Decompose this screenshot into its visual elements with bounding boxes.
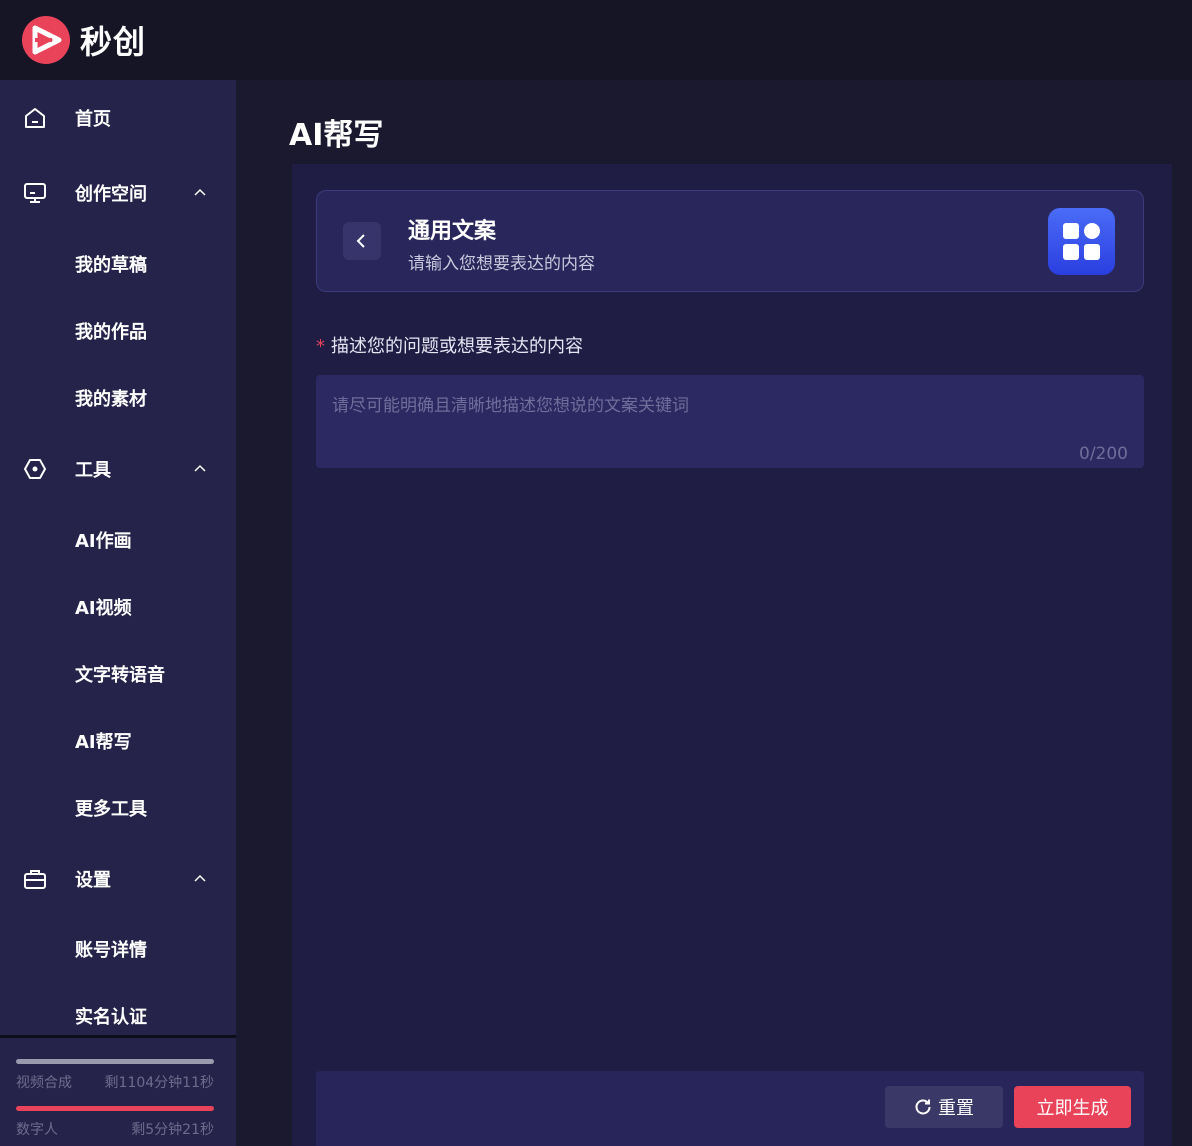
sidebar-item-label: AI帮写 <box>75 732 132 753</box>
textarea-placeholder: 请尽可能明确且清晰地描述您想说的文案关键词 <box>332 396 689 416</box>
sidebar-item-ai-video[interactable]: AI视频 <box>0 587 236 627</box>
home-icon <box>25 108 45 128</box>
monitor-icon <box>24 183 46 203</box>
page-title: AI帮写 <box>289 118 384 153</box>
usage-remaining: 剩5分钟21秒 <box>131 1122 214 1138</box>
sidebar-item-ai-drawing[interactable]: AI作画 <box>0 520 236 560</box>
sidebar-item-label: 账号详情 <box>75 940 147 961</box>
sidebar-item-my-drafts[interactable]: 我的草稿 <box>0 244 236 284</box>
digital-human-usage: 数字人 剩5分钟21秒 <box>16 1119 214 1139</box>
sidebar-divider <box>0 1035 236 1038</box>
generate-label: 立即生成 <box>1036 1098 1109 1119</box>
sidebar-item-home[interactable]: 首页 <box>0 98 236 138</box>
chevron-up-icon[interactable] <box>192 185 208 201</box>
generate-button[interactable]: 立即生成 <box>1014 1086 1131 1128</box>
logo-text: 秒创 <box>80 23 147 61</box>
sidebar-item-label: 创作空间 <box>75 184 147 205</box>
sidebar-item-tools[interactable]: 工具 <box>0 449 236 489</box>
sidebar-item-label: 设置 <box>75 870 111 891</box>
template-title: 通用文案 <box>408 219 497 244</box>
sidebar-item-label: AI视频 <box>75 598 132 619</box>
sidebar-item-label: 更多工具 <box>75 799 147 820</box>
required-mark: * <box>316 336 325 357</box>
digital-human-usage-bar <box>16 1106 214 1111</box>
sidebar-item-text-to-speech[interactable]: 文字转语音 <box>0 654 236 694</box>
briefcase-icon <box>24 870 46 889</box>
sidebar-item-label: AI作画 <box>75 531 132 552</box>
character-counter: 0/200 <box>1079 444 1128 464</box>
chevron-left-icon <box>356 234 365 248</box>
reset-label: 重置 <box>938 1098 974 1119</box>
action-footer: 重置 立即生成 <box>316 1071 1144 1146</box>
back-button[interactable] <box>343 222 381 260</box>
chevron-up-icon[interactable] <box>192 461 208 477</box>
sidebar-item-more-tools[interactable]: 更多工具 <box>0 788 236 828</box>
sidebar-item-label: 文字转语音 <box>75 665 165 686</box>
sidebar-item-account-details[interactable]: 账号详情 <box>0 929 236 969</box>
sidebar-item-ai-writing[interactable]: AI帮写 <box>0 721 236 761</box>
top-bar: 秒创 <box>0 0 1192 80</box>
sidebar-item-my-works[interactable]: 我的作品 <box>0 311 236 351</box>
sidebar-item-label: 我的作品 <box>75 322 147 343</box>
logo-icon <box>22 16 70 64</box>
refresh-icon <box>915 1099 931 1115</box>
sidebar-item-settings[interactable]: 设置 <box>0 859 236 899</box>
sidebar-item-creation-space[interactable]: 创作空间 <box>0 173 236 213</box>
sidebar-item-label: 我的草稿 <box>75 255 147 276</box>
sidebar-item-label: 工具 <box>75 460 111 481</box>
usage-label: 数字人 <box>16 1122 58 1138</box>
sidebar-item-label: 实名认证 <box>75 1007 147 1028</box>
sidebar-item-real-name-auth[interactable]: 实名认证 <box>0 996 236 1036</box>
template-header-card: 通用文案 请输入您想要表达的内容 <box>316 190 1144 292</box>
sidebar-item-my-materials[interactable]: 我的素材 <box>0 378 236 418</box>
video-synthesis-usage: 视频合成 剩1104分钟11秒 <box>16 1072 214 1092</box>
description-textarea[interactable]: 请尽可能明确且清晰地描述您想说的文案关键词 0/200 <box>316 375 1144 468</box>
description-field-label: * 描述您的问题或想要表达的内容 <box>316 332 583 358</box>
grid-apps-icon <box>1048 208 1115 275</box>
field-label-text: 描述您的问题或想要表达的内容 <box>331 336 583 357</box>
usage-label: 视频合成 <box>16 1075 72 1091</box>
sidebar: 首页 创作空间 我的草稿 我的作品 我的素材 工具 AI作画 AI视频 文字转语… <box>0 80 236 1146</box>
chevron-up-icon[interactable] <box>192 871 208 887</box>
sidebar-item-label: 我的素材 <box>75 389 147 410</box>
reset-button[interactable]: 重置 <box>885 1086 1003 1128</box>
writing-panel: 通用文案 请输入您想要表达的内容 * 描述您的问题或想要表达的内容 请尽可能明确且… <box>292 164 1172 1146</box>
sidebar-item-label: 首页 <box>75 109 111 130</box>
logo[interactable]: 秒创 <box>22 16 146 64</box>
template-subtitle: 请输入您想要表达的内容 <box>408 254 595 274</box>
usage-remaining: 剩1104分钟11秒 <box>104 1075 214 1091</box>
video-synthesis-usage-bar <box>16 1059 214 1064</box>
tool-icon <box>24 459 46 479</box>
main-content: AI帮写 通用文案 请输入您想要表达的内容 * 描述您的问题或想要表达的内容 请… <box>236 80 1192 1146</box>
